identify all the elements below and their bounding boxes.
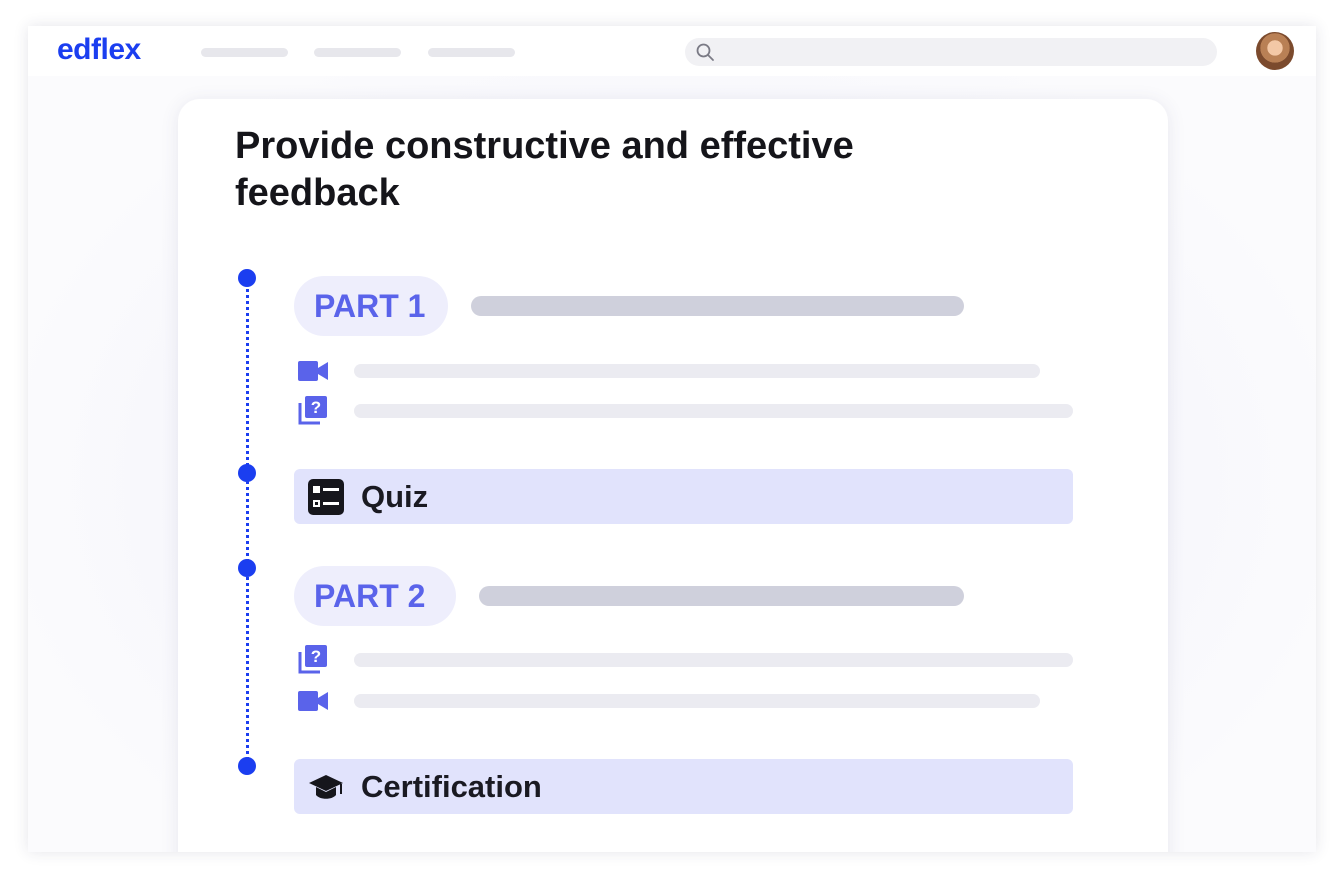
timeline-dot-certification [238,757,256,775]
question-cards-icon: ? [298,396,327,425]
quiz-list-icon [308,479,344,515]
nav-item-1[interactable] [201,48,288,57]
part-1-lesson-2-placeholder[interactable] [354,404,1073,418]
part-2-badge[interactable]: PART 2 [294,566,456,626]
edflex-logo[interactable]: edflex [57,33,141,67]
svg-text:?: ? [311,647,321,666]
part-2-lesson-2-placeholder[interactable] [354,694,1040,708]
search-input[interactable] [685,38,1217,66]
search-icon [696,43,714,61]
app-window: edflex Provide constructive and effectiv… [28,26,1316,852]
part-2-lesson-1-placeholder[interactable] [354,653,1073,667]
timeline-dot-part-1 [238,269,256,287]
timeline-dot-part-2 [238,559,256,577]
part-1-badge[interactable]: PART 1 [294,276,448,336]
top-bar: edflex [28,26,1316,76]
graduation-cap-icon [309,775,343,799]
timeline-dot-quiz [238,464,256,482]
nav-item-3[interactable] [428,48,515,57]
quiz-block[interactable]: Quiz [294,469,1073,524]
timeline-line [246,278,249,766]
certification-block[interactable]: Certification [294,759,1073,814]
user-avatar[interactable] [1256,32,1294,70]
nav-item-2[interactable] [314,48,401,57]
video-camera-icon [298,691,328,711]
part-1-lesson-1-placeholder[interactable] [354,364,1040,378]
video-camera-icon [298,361,328,381]
quiz-label: Quiz [361,479,429,514]
question-cards-icon: ? [298,645,327,674]
part-2-title-placeholder [479,586,964,606]
course-title: Provide constructive and effective feedb… [235,125,854,214]
certification-label: Certification [361,769,542,804]
course-card: Provide constructive and effective feedb… [178,99,1168,852]
part-1-title-placeholder [471,296,964,316]
svg-text:?: ? [311,398,321,417]
